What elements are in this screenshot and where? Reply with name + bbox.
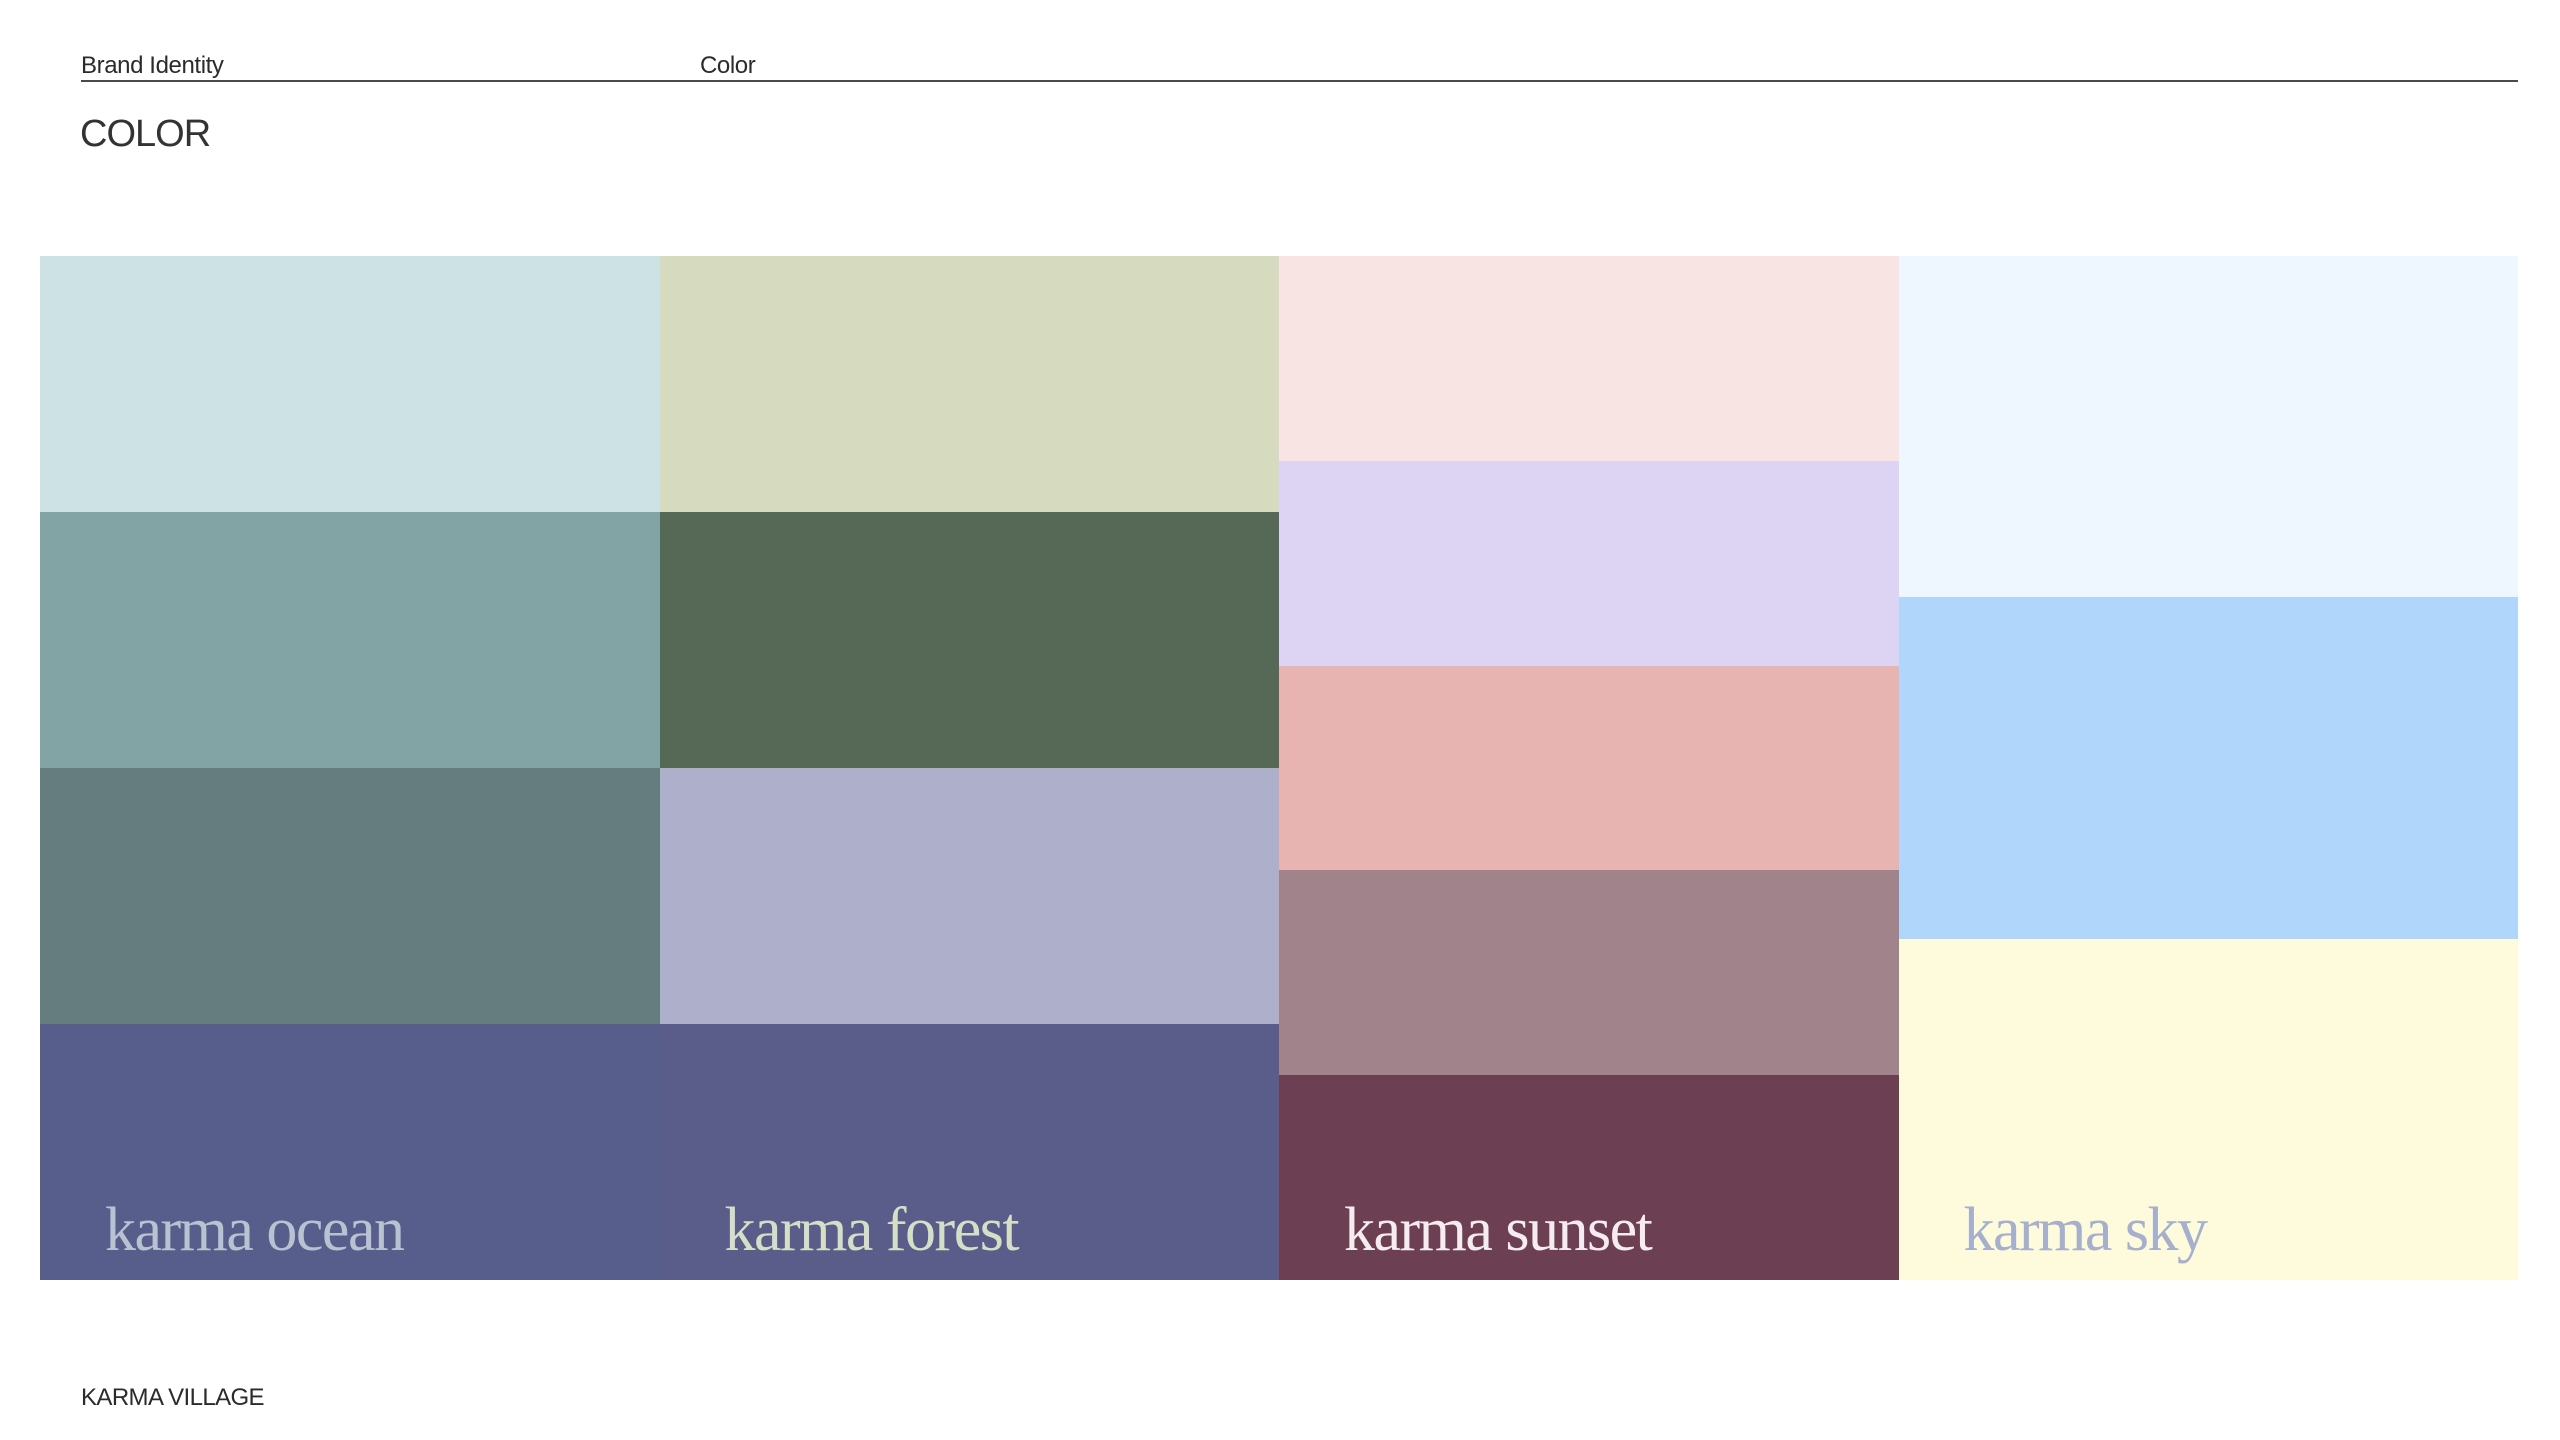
color-swatch (1279, 665, 1899, 871)
color-swatch (1279, 870, 1899, 1076)
header-subsection-label: Color (700, 52, 756, 79)
palette-family-label: karma ocean (105, 1196, 405, 1264)
color-swatch (659, 768, 1279, 1024)
color-swatch (40, 768, 660, 1024)
palette-column-sunset: karma sunset (1279, 256, 1899, 1280)
header-section-label: Brand Identity (81, 52, 224, 79)
color-swatch (659, 512, 1279, 768)
color-swatch (1279, 256, 1899, 461)
color-swatch (40, 512, 660, 768)
palette-family-label: karma sunset (1344, 1196, 1653, 1264)
color-swatch (1279, 460, 1899, 666)
header-divider (81, 80, 2518, 82)
palette-column-ocean: karma ocean (40, 256, 660, 1280)
palette-family-label: karma forest (724, 1196, 1020, 1264)
color-palette: karma ocean karma forest karma sunset ka… (40, 256, 2518, 1280)
footer-brand-name: KARMA VILLAGE (81, 1384, 265, 1411)
color-swatch (659, 256, 1279, 512)
palette-column-forest: karma forest (659, 256, 1279, 1280)
color-swatch (40, 256, 660, 512)
color-swatch (1898, 256, 2518, 598)
palette-column-sky: karma sky (1898, 256, 2518, 1280)
color-swatch (1898, 597, 2518, 939)
page-title: COLOR (80, 113, 211, 155)
palette-family-label: karma sky (1963, 1196, 2209, 1264)
